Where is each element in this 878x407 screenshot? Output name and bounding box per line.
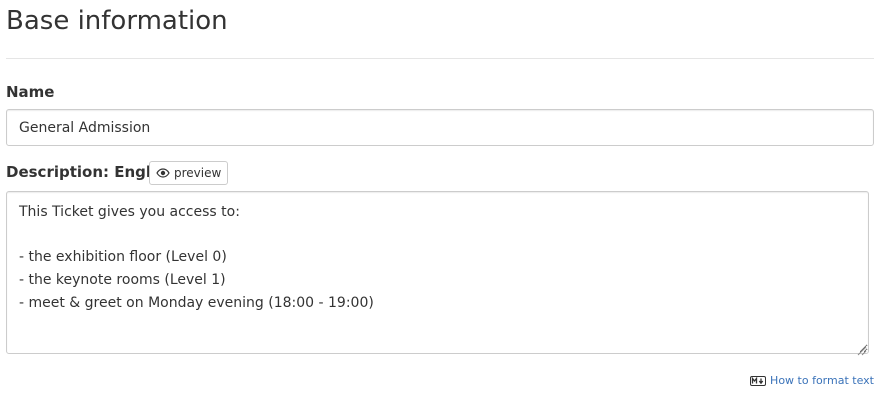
name-input[interactable] xyxy=(6,109,874,146)
name-label: Name xyxy=(6,83,55,101)
section-title: Base information xyxy=(6,6,228,36)
format-help-link[interactable]: How to format text xyxy=(750,374,874,387)
preview-button[interactable]: preview xyxy=(149,161,229,185)
preview-label: preview xyxy=(174,166,222,180)
markdown-icon xyxy=(750,375,767,386)
description-textarea[interactable]: This Ticket gives you access to: - the e… xyxy=(6,191,869,354)
eye-icon xyxy=(156,168,170,178)
base-information-form: Base information Name Description: Engli… xyxy=(0,0,878,407)
format-help-label: How to format text xyxy=(770,374,874,387)
divider xyxy=(6,58,874,59)
